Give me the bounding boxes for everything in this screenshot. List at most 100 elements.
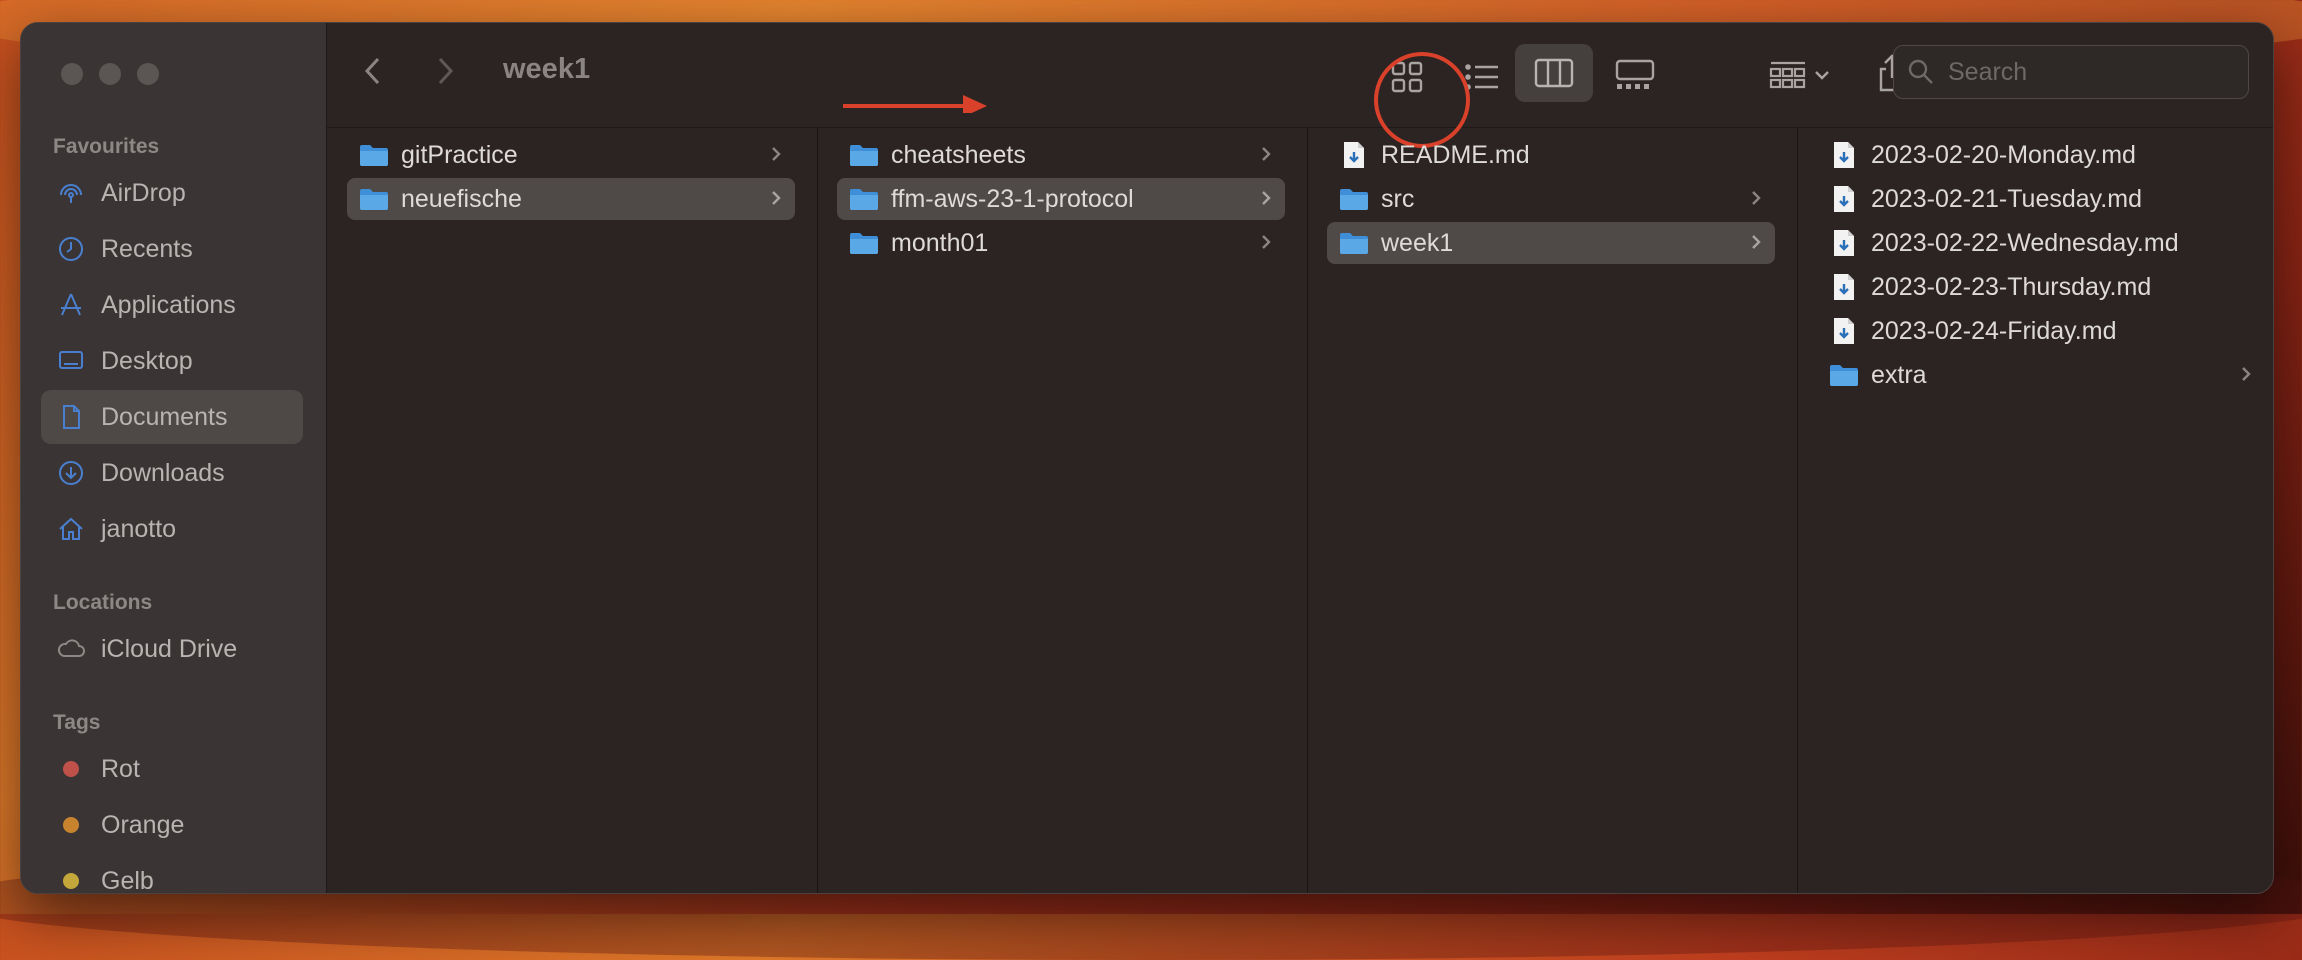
folder-icon: [849, 140, 879, 170]
sidebar-item-label: janotto: [101, 514, 177, 543]
sidebar-item-home[interactable]: janotto: [41, 502, 303, 556]
sidebar-item-icloud-drive[interactable]: iCloud Drive: [41, 622, 303, 676]
list-item[interactable]: gitPractice: [347, 134, 795, 176]
search-input[interactable]: [1946, 56, 2230, 88]
item-name: README.md: [1381, 140, 1530, 169]
sidebar-item-label: Desktop: [101, 346, 193, 375]
sidebar-item-downloads[interactable]: Downloads: [41, 446, 303, 500]
list-item[interactable]: 2023-02-22-Wednesday.md: [1817, 222, 2265, 264]
chevron-right-icon: [2242, 367, 2251, 381]
minimize-window-button[interactable]: [99, 63, 121, 85]
sidebar: Favourites AirDrop Recents Applications …: [21, 23, 327, 893]
window-controls: [61, 63, 159, 85]
markdown-file-icon: [1829, 228, 1859, 258]
column-1: gitPractice neuefische: [327, 128, 818, 893]
cloud-icon: [55, 633, 87, 665]
markdown-file-icon: [1829, 316, 1859, 346]
chevron-right-icon: [1262, 191, 1271, 205]
column-4: 2023-02-20-Monday.md 2023-02-21-Tuesday.…: [1797, 128, 2273, 893]
list-item[interactable]: README.md: [1327, 134, 1775, 176]
list-item[interactable]: week1: [1327, 222, 1775, 264]
group-by-button[interactable]: [1757, 51, 1841, 99]
sidebar-item-desktop[interactable]: Desktop: [41, 334, 303, 388]
toolbar: week1: [327, 23, 2273, 128]
markdown-file-icon: [1829, 184, 1859, 214]
item-name: 2023-02-23-Thursday.md: [1871, 272, 2152, 301]
list-item[interactable]: month01: [837, 222, 1285, 264]
download-icon: [55, 457, 87, 489]
search-icon: [1908, 59, 1933, 84]
close-window-button[interactable]: [61, 63, 83, 85]
main-area: week1 Search gitPractice neuefische chea…: [327, 23, 2273, 893]
item-name: 2023-02-24-Friday.md: [1871, 316, 2117, 345]
zoom-window-button[interactable]: [137, 63, 159, 85]
sidebar-item-label: Rot: [101, 754, 140, 783]
item-name: gitPractice: [401, 140, 518, 169]
gallery-view-button[interactable]: [1607, 51, 1663, 99]
item-name: month01: [891, 228, 989, 257]
chevron-right-icon: [438, 57, 454, 85]
list-item[interactable]: cheatsheets: [837, 134, 1285, 176]
item-name: week1: [1381, 228, 1454, 257]
chevron-right-icon: [1752, 235, 1761, 249]
folder-icon: [1339, 184, 1369, 214]
sidebar-item-label: Downloads: [101, 458, 225, 487]
sidebar-item-documents[interactable]: Documents: [41, 390, 303, 444]
chevron-right-icon: [1262, 147, 1271, 161]
item-name: 2023-02-20-Monday.md: [1871, 140, 2136, 169]
finder-window: Favourites AirDrop Recents Applications …: [20, 22, 2274, 894]
locations-heading: Locations: [53, 591, 153, 614]
list-item[interactable]: ffm-aws-23-1-protocol: [837, 178, 1285, 220]
sidebar-item-tag-gelb[interactable]: Gelb: [41, 854, 303, 894]
item-name: 2023-02-22-Wednesday.md: [1871, 228, 2179, 257]
item-name: 2023-02-21-Tuesday.md: [1871, 184, 2142, 213]
search-field[interactable]: [1893, 45, 2249, 99]
list-item[interactable]: extra: [1817, 354, 2265, 396]
folder-icon: [1829, 360, 1859, 390]
chevron-right-icon: [772, 147, 781, 161]
home-icon: [55, 513, 87, 545]
tags-heading: Tags: [53, 711, 101, 734]
tag-color-dot: [63, 817, 79, 833]
sidebar-item-recents[interactable]: Recents: [41, 222, 303, 276]
back-button[interactable]: [351, 49, 395, 93]
sidebar-item-applications[interactable]: Applications: [41, 278, 303, 332]
document-icon: [55, 401, 87, 433]
applications-icon: [55, 289, 87, 321]
sidebar-item-tag-rot[interactable]: Rot: [41, 742, 303, 796]
item-name: cheatsheets: [891, 140, 1026, 169]
sidebar-item-tag-orange[interactable]: Orange: [41, 798, 303, 852]
sidebar-item-airdrop[interactable]: AirDrop: [41, 166, 303, 220]
forward-button[interactable]: [423, 49, 467, 93]
desktop-icon: [55, 345, 87, 377]
column-view-button[interactable]: [1515, 44, 1593, 102]
chevron-right-icon: [772, 191, 781, 205]
folder-icon: [1339, 228, 1369, 258]
tag-color-dot: [63, 761, 79, 777]
window-title: week1: [503, 53, 591, 85]
list-item[interactable]: 2023-02-21-Tuesday.md: [1817, 178, 2265, 220]
sidebar-item-label: Documents: [101, 402, 228, 431]
list-item[interactable]: 2023-02-20-Monday.md: [1817, 134, 2265, 176]
group-icon: [1769, 61, 1806, 89]
list-item[interactable]: 2023-02-24-Friday.md: [1817, 310, 2265, 352]
item-name: src: [1381, 184, 1415, 213]
item-name: extra: [1871, 360, 1927, 389]
chevron-left-icon: [364, 57, 380, 85]
list-item[interactable]: src: [1327, 178, 1775, 220]
tag-color-dot: [63, 873, 79, 889]
list-item[interactable]: 2023-02-23-Thursday.md: [1817, 266, 2265, 308]
column-browser: gitPractice neuefische cheatsheets ffm-a…: [327, 128, 2273, 893]
clock-icon: [55, 233, 87, 265]
markdown-file-icon: [1829, 272, 1859, 302]
chevron-right-icon: [1752, 191, 1761, 205]
list-item[interactable]: neuefische: [347, 178, 795, 220]
columns-icon: [1534, 58, 1574, 88]
sidebar-item-label: Recents: [101, 234, 193, 263]
column-2: cheatsheets ffm-aws-23-1-protocol month0…: [817, 128, 1308, 893]
list-icon: [1465, 64, 1498, 90]
sidebar-item-label: Gelb: [101, 866, 154, 894]
markdown-file-icon: [1339, 140, 1369, 170]
folder-icon: [849, 228, 879, 258]
chevron-right-icon: [1262, 235, 1271, 249]
